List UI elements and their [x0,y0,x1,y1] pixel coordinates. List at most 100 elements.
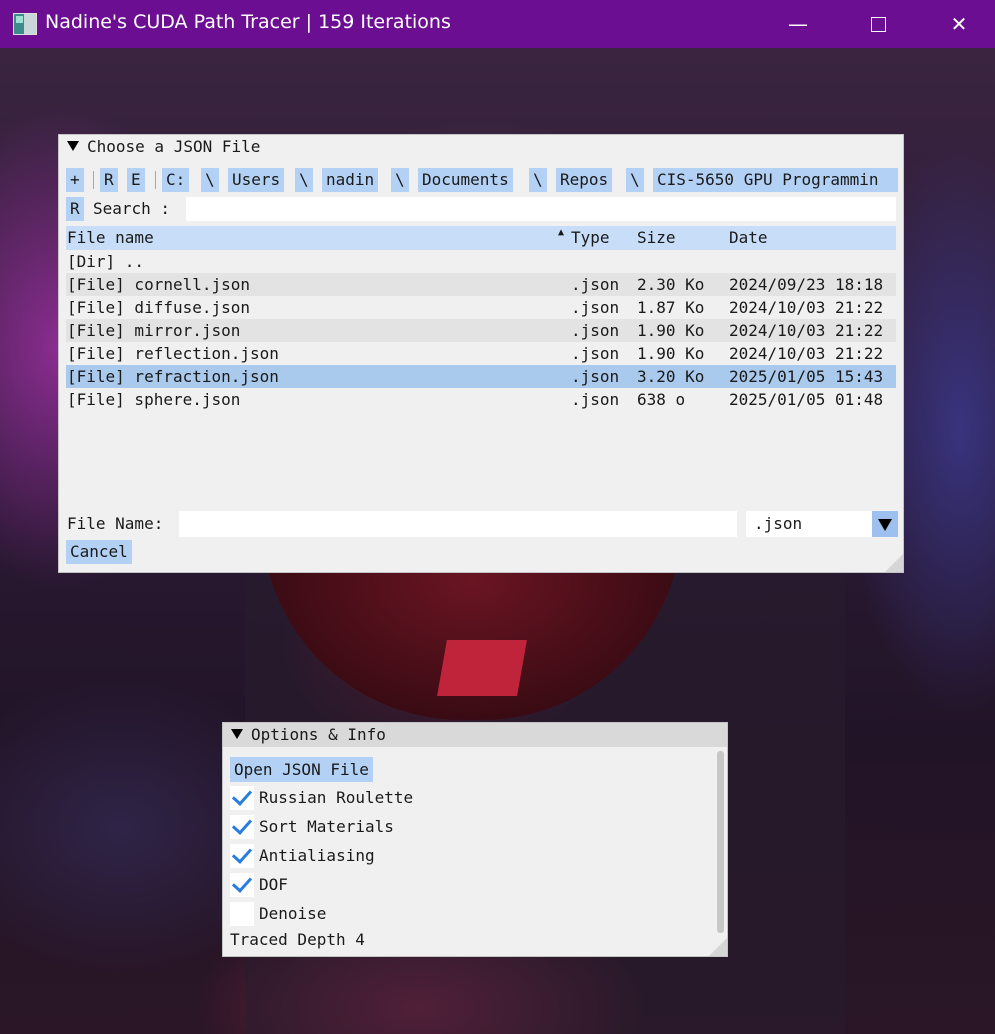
file-size: 638 o [637,390,686,409]
breadcrumb-separator[interactable]: \ [529,168,547,192]
file-row[interactable]: [File] diffuse.json .json 1.87 Ko 2024/1… [66,296,896,319]
checkbox-box[interactable] [230,785,254,810]
resize-grip-icon[interactable] [885,554,903,572]
file-dialog-title: Choose a JSON File [87,137,261,156]
file-row[interactable]: [File] cornell.json .json 2.30 Ko 2024/0… [66,273,896,296]
options-header[interactable]: Options & Info [223,723,727,747]
file-date: 2024/10/03 21:22 [729,298,884,317]
file-date: 2024/09/23 18:18 [729,275,884,294]
column-header-date[interactable]: Date [729,226,768,250]
window-title-bar: Nadine's CUDA Path Tracer | 159 Iteratio… [0,0,995,48]
file-size: 2.30 Ko [637,275,705,294]
file-name-label: File Name: [67,514,164,533]
file-filter-select[interactable]: .json [746,511,872,537]
maximize-icon [870,17,886,32]
file-name: [Dir] .. [67,252,145,271]
checkbox-label: Russian Roulette [259,788,414,807]
search-label: Search : [93,199,171,218]
file-name: [File] reflection.json [67,344,279,363]
breadcrumb-separator[interactable]: \ [201,168,219,192]
breadcrumb-divider [93,171,94,189]
search-reset-button[interactable]: R [66,197,84,221]
search-row: R Search : [66,197,898,221]
column-header-type[interactable]: Type [571,226,610,250]
scene-highlight [437,640,527,696]
file-type: .json [571,344,620,363]
checkmark-icon [231,785,253,806]
edit-path-button[interactable]: E [127,168,145,192]
file-size: 1.90 Ko [637,321,705,340]
reset-path-button[interactable]: R [100,168,118,192]
breadcrumb-nadin[interactable]: nadin [322,168,379,192]
file-row-parent-dir[interactable]: [Dir] .. [66,250,896,273]
file-name-row: File Name: .json [66,511,898,537]
collapse-triangle-icon[interactable] [231,728,243,739]
checkbox-box[interactable] [230,872,254,897]
dropdown-arrow-icon[interactable] [872,511,898,537]
file-date: 2024/10/03 21:22 [729,344,884,363]
checkbox-box[interactable] [230,902,254,926]
file-name-input[interactable] [179,511,737,537]
resize-grip-icon[interactable] [709,938,727,956]
breadcrumb-separator[interactable]: \ [391,168,409,192]
file-row-selected[interactable]: [File] refraction.json .json 3.20 Ko 202… [66,365,896,388]
file-name: [File] diffuse.json [67,298,251,317]
checkbox-label: Sort Materials [259,817,394,836]
breadcrumb-users[interactable]: Users [228,168,285,192]
file-list: [Dir] .. [File] cornell.json .json 2.30 … [66,250,896,411]
file-type: .json [571,390,620,409]
checkmark-icon [231,814,253,835]
new-folder-button[interactable]: + [66,168,84,192]
column-header-file-name[interactable]: File name [67,226,154,250]
checkbox-label: Denoise [259,904,327,923]
breadcrumb-drive[interactable]: C: [162,168,190,192]
breadcrumb: + R E C: \ Users \ nadin \ Documents \ R… [66,168,898,192]
minimize-button[interactable]: — [778,8,818,40]
checkmark-icon [231,872,253,893]
file-size: 3.20 Ko [637,367,705,386]
file-name: [File] cornell.json [67,275,251,294]
options-title: Options & Info [251,725,386,744]
sort-ascending-icon: ▲ [558,227,565,238]
file-type: .json [571,298,620,317]
file-table-header: File name ▲ Type Size Date [66,226,896,250]
breadcrumb-course-folder[interactable]: CIS-5650 GPU Programmin [653,168,898,192]
file-type: .json [571,367,620,386]
file-name: [File] mirror.json [67,321,241,340]
search-input[interactable] [186,197,896,221]
breadcrumb-repos[interactable]: Repos [556,168,613,192]
window-title: Nadine's CUDA Path Tracer | 159 Iteratio… [45,11,451,33]
checkbox-label: Antialiasing [259,846,375,865]
file-row[interactable]: [File] mirror.json .json 1.90 Ko 2024/10… [66,319,896,342]
file-row[interactable]: [File] sphere.json .json 638 o 2025/01/0… [66,388,896,411]
checkbox-label: DOF [259,875,288,894]
checkmark-icon [231,843,253,864]
file-type: .json [571,321,620,340]
file-size: 1.87 Ko [637,298,705,317]
file-date: 2025/01/05 15:43 [729,367,884,386]
breadcrumb-separator[interactable]: \ [626,168,644,192]
file-row[interactable]: [File] reflection.json .json 1.90 Ko 202… [66,342,896,365]
maximize-button[interactable] [858,8,898,40]
file-date: 2025/01/05 01:48 [729,390,884,409]
column-header-size[interactable]: Size [637,226,676,250]
breadcrumb-divider [155,171,156,189]
file-date: 2024/10/03 21:22 [729,321,884,340]
close-button[interactable]: ✕ [939,8,979,40]
checkbox-box[interactable] [230,843,254,868]
cancel-button[interactable]: Cancel [66,540,132,564]
open-json-button[interactable]: Open JSON File [230,757,373,782]
traced-depth-text: Traced Depth 4 [230,930,365,949]
file-size: 1.90 Ko [637,344,705,363]
file-dialog-header[interactable]: Choose a JSON File [59,135,903,159]
app-icon [13,13,37,35]
collapse-triangle-icon[interactable] [67,140,79,151]
file-type: .json [571,275,620,294]
breadcrumb-separator[interactable]: \ [295,168,313,192]
options-scrollbar[interactable] [717,751,724,933]
file-name: [File] refraction.json [67,367,279,386]
options-panel: Options & Info Open JSON File Russian Ro… [222,722,728,957]
breadcrumb-documents[interactable]: Documents [418,168,513,192]
checkbox-box[interactable] [230,814,254,839]
file-name: [File] sphere.json [67,390,241,409]
